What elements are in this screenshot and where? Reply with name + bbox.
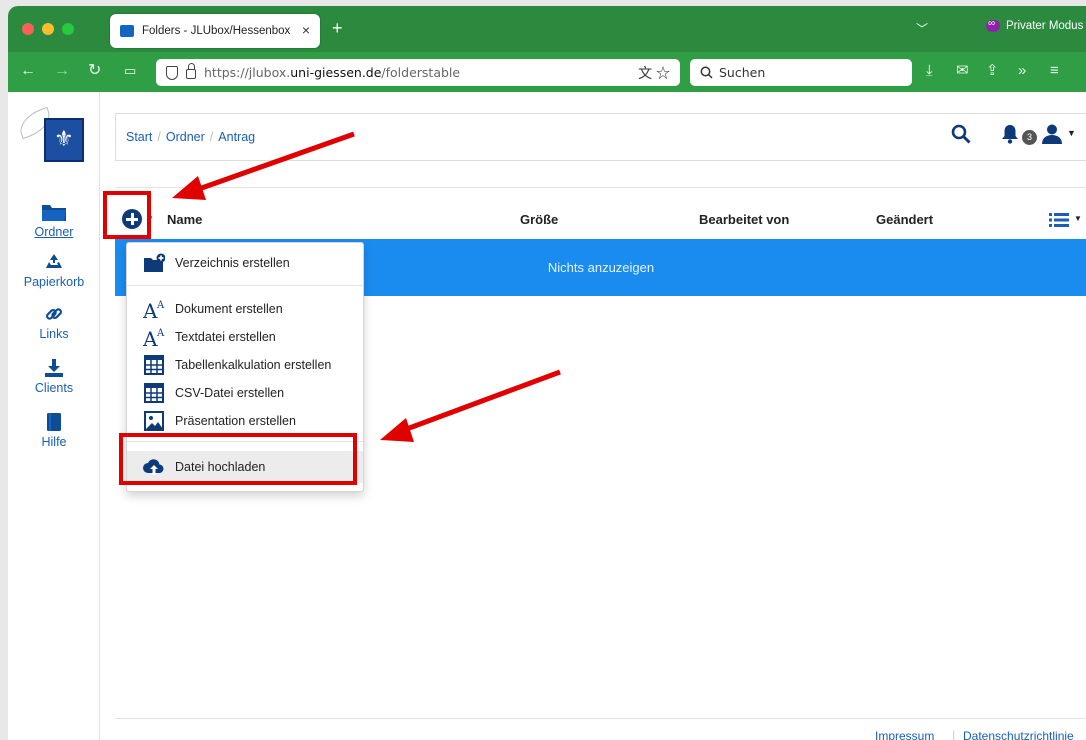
footer-separator: | bbox=[952, 728, 956, 740]
column-header-name[interactable]: Name bbox=[167, 212, 202, 227]
search-placeholder: Suchen bbox=[719, 65, 766, 80]
favicon-icon bbox=[120, 25, 134, 37]
minimize-window-button[interactable] bbox=[42, 23, 54, 35]
menu-item-label: Verzeichnis erstellen bbox=[175, 256, 290, 270]
sidebar-item-clients[interactable]: Clients bbox=[8, 358, 100, 395]
tab-close-icon[interactable]: × bbox=[302, 22, 310, 38]
notification-count-badge: 3 bbox=[1022, 130, 1037, 145]
recycle-icon bbox=[46, 254, 62, 268]
menu-item-tabellenkalkulation-erstellen[interactable]: Tabellenkalkulation erstellen bbox=[127, 351, 363, 379]
column-header-groesse[interactable]: Größe bbox=[520, 212, 558, 227]
view-menu-caret-icon[interactable]: ▼ bbox=[1074, 214, 1082, 223]
sidebar-item-links[interactable]: Links bbox=[8, 304, 100, 341]
menu-item-verzeichnis-erstellen[interactable]: Verzeichnis erstellen bbox=[127, 249, 363, 277]
column-header-geaendert[interactable]: Geändert bbox=[876, 212, 933, 227]
search-icon bbox=[700, 66, 713, 79]
image-icon bbox=[144, 411, 164, 431]
book-icon bbox=[47, 413, 61, 431]
annotation-arrow-icon bbox=[172, 131, 355, 200]
menu-item-label: Textdatei erstellen bbox=[175, 330, 276, 344]
sidebar-item-label: Hilfe bbox=[41, 435, 67, 449]
table-icon bbox=[144, 355, 164, 375]
sidebar-item-label: Links bbox=[39, 327, 69, 341]
font-icon: AA bbox=[143, 327, 165, 347]
annotation-highlight-upload bbox=[119, 433, 357, 485]
url-text: https://jlubox.uni-giessen.de/folderstab… bbox=[204, 65, 461, 80]
forward-arrow-icon[interactable]: → bbox=[54, 62, 70, 80]
private-mode-label: Privater Modus bbox=[1006, 20, 1084, 32]
list-view-icon[interactable] bbox=[1049, 213, 1069, 227]
tracking-shield-icon[interactable] bbox=[166, 65, 178, 80]
menu-item-label: Dokument erstellen bbox=[175, 302, 283, 316]
menu-divider bbox=[127, 285, 363, 286]
link-icon bbox=[45, 308, 63, 320]
annotation-arrow-icon bbox=[380, 369, 561, 442]
sidebar-toggle-icon[interactable]: ▭ bbox=[124, 62, 136, 80]
new-tab-button[interactable]: + bbox=[332, 19, 343, 37]
menu-item-label: CSV-Datei erstellen bbox=[175, 386, 285, 400]
jlubox-logo[interactable] bbox=[15, 106, 90, 164]
menu-item-dokument-erstellen[interactable]: AA Dokument erstellen bbox=[127, 295, 363, 323]
annotation-highlight-plus bbox=[103, 191, 151, 239]
overflow-chevron-icon[interactable]: » bbox=[1018, 62, 1026, 80]
browser-window: Folders - JLUbox/Hessenbox × + ﹀ Private… bbox=[8, 6, 1086, 740]
sidebar-item-ordner[interactable]: Ordner bbox=[8, 202, 100, 239]
table-icon bbox=[144, 383, 164, 403]
url-bar[interactable]: https://jlubox.uni-giessen.de/folderstab… bbox=[156, 59, 680, 86]
maximize-window-button[interactable] bbox=[62, 23, 74, 35]
font-icon: AA bbox=[143, 299, 165, 319]
table-header: ▼ Name Größe Bearbeitet von Geändert ▼ bbox=[115, 204, 1086, 234]
sidebar-item-hilfe[interactable]: Hilfe bbox=[8, 412, 100, 449]
downloads-icon[interactable]: ⤓ bbox=[926, 62, 933, 80]
user-menu-caret-icon[interactable]: ▼ bbox=[1067, 128, 1076, 138]
tab-title: Folders - JLUbox/Hessenbox bbox=[142, 25, 291, 37]
back-arrow-icon[interactable]: ← bbox=[20, 62, 36, 80]
footer: Impressum | Datenschutzrichtlinie bbox=[115, 718, 1086, 740]
svg-text:A: A bbox=[156, 328, 165, 339]
column-header-bearbeitet-von[interactable]: Bearbeitet von bbox=[699, 212, 789, 227]
title-bar: Folders - JLUbox/Hessenbox × + ﹀ Private… bbox=[8, 6, 1086, 52]
breadcrumb-separator: / bbox=[157, 130, 161, 144]
menu-item-label: Präsentation erstellen bbox=[175, 414, 296, 428]
svg-text:A: A bbox=[143, 327, 158, 347]
impressum-link[interactable]: Impressum bbox=[875, 729, 934, 740]
private-mode-indicator: Privater Modus bbox=[986, 18, 1084, 32]
user-icon[interactable] bbox=[1041, 123, 1063, 145]
tab-list-chevron-icon[interactable]: ﹀ bbox=[916, 20, 928, 37]
svg-text:A: A bbox=[143, 299, 158, 319]
reload-icon[interactable]: ↻ bbox=[88, 62, 101, 80]
datenschutz-link[interactable]: Datenschutzrichtlinie bbox=[963, 729, 1074, 740]
browser-tab[interactable]: Folders - JLUbox/Hessenbox × bbox=[110, 14, 320, 48]
menu-item-textdatei-erstellen[interactable]: AA Textdatei erstellen bbox=[127, 323, 363, 351]
translate-bookmark-icons[interactable]: 文 ☆ bbox=[638, 63, 670, 83]
menu-item-praesentation-erstellen[interactable]: Präsentation erstellen bbox=[127, 407, 363, 435]
sidebar-item-papierkorb[interactable]: Papierkorb bbox=[8, 252, 100, 289]
search-icon[interactable] bbox=[951, 124, 971, 144]
folder-plus-icon bbox=[144, 253, 165, 272]
logo-cube-icon bbox=[44, 118, 84, 162]
sidebar-item-label: Papierkorb bbox=[23, 275, 85, 289]
breadcrumb-start[interactable]: Start bbox=[126, 130, 152, 144]
sidebar-item-label: Clients bbox=[34, 381, 74, 395]
private-mask-icon bbox=[986, 18, 1000, 32]
svg-text:A: A bbox=[156, 300, 165, 311]
folder-icon bbox=[42, 205, 66, 221]
menu-hamburger-icon[interactable]: ≡ bbox=[1050, 62, 1059, 80]
app-sidebar: Ordner Papierkorb Links Clients Hilfe bbox=[8, 92, 100, 740]
menu-item-label: Tabellenkalkulation erstellen bbox=[175, 358, 332, 372]
navigation-bar: ← → ↻ ▭ https://jlubox.uni-giessen.de/fo… bbox=[8, 52, 1086, 92]
close-window-button[interactable] bbox=[22, 23, 34, 35]
download-icon bbox=[45, 359, 63, 377]
lock-icon[interactable] bbox=[186, 63, 196, 79]
bell-icon[interactable] bbox=[1001, 124, 1019, 144]
extensions-icon[interactable]: ⇪ bbox=[986, 62, 999, 80]
search-box[interactable]: Suchen bbox=[690, 59, 912, 86]
menu-item-csv-datei-erstellen[interactable]: CSV-Datei erstellen bbox=[127, 379, 363, 407]
sidebar-item-label: Ordner bbox=[34, 225, 74, 239]
pocket-icon[interactable]: ✉ bbox=[956, 62, 969, 80]
